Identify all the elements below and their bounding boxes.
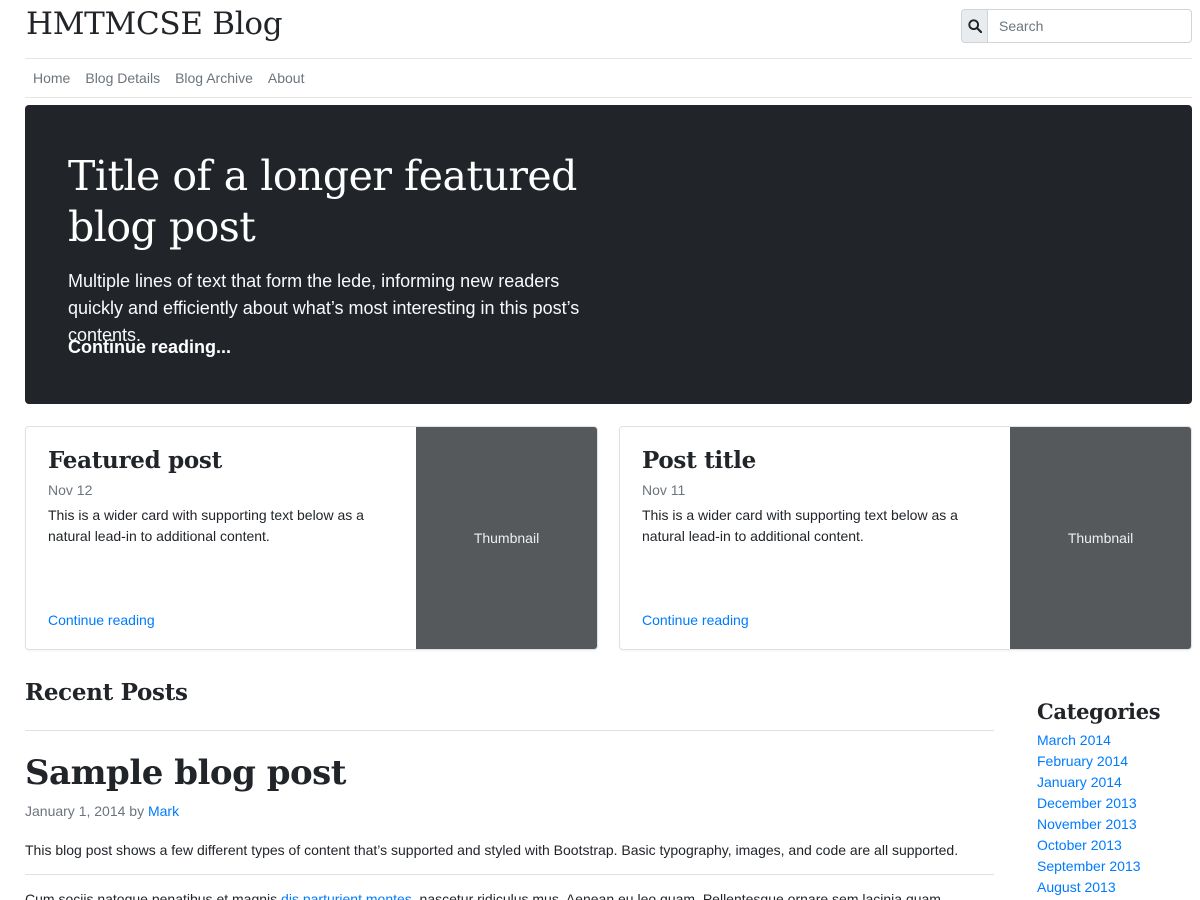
card-continue-link[interactable]: Continue reading: [48, 612, 155, 628]
sidebar: Categories March 2014 February 2014 Janu…: [1037, 699, 1192, 900]
site-header: HMTMCSE Blog: [25, 0, 1192, 59]
hero-continue-link[interactable]: Continue reading...: [68, 337, 231, 358]
archive-link-september-2013[interactable]: September 2013: [1037, 858, 1141, 874]
card-text: This is a wider card with supporting tex…: [48, 507, 364, 544]
nav-item-home[interactable]: Home: [25, 70, 77, 86]
list-item: February 2014: [1037, 753, 1192, 774]
post-intro: This blog post shows a few different typ…: [25, 842, 959, 858]
post-body-text: Cum sociis natoque penatibus et magnis: [25, 891, 278, 900]
post-title-card: Post title Nov 11 This is a wider card w…: [619, 426, 1192, 650]
card-title: Post title: [642, 447, 756, 474]
nav-item-blog-details[interactable]: Blog Details: [77, 70, 167, 86]
card-date: Nov 12: [48, 482, 93, 498]
list-item: March 2014: [1037, 732, 1192, 753]
archive-link-october-2013[interactable]: October 2013: [1037, 837, 1122, 853]
thumbnail-label: Thumbnail: [1067, 530, 1134, 546]
archive-list: March 2014 February 2014 January 2014 De…: [1037, 732, 1192, 900]
card-title: Featured post: [48, 447, 222, 474]
featured-post-card: Featured post Nov 12 This is a wider car…: [25, 426, 598, 650]
divider: [25, 874, 994, 875]
post-title[interactable]: Sample blog post: [25, 753, 347, 793]
card-text: This is a wider card with supporting tex…: [642, 507, 958, 544]
thumbnail-label: Thumbnail: [473, 530, 540, 546]
sidebar-title: Categories: [1037, 699, 1161, 724]
card-thumbnail: Thumbnail: [416, 427, 597, 649]
recent-posts-heading: Recent Posts: [25, 679, 188, 706]
list-item: August 2013: [1037, 879, 1192, 900]
archive-link-january-2014[interactable]: January 2014: [1037, 774, 1122, 790]
post-date: January 1, 2014: [25, 803, 126, 819]
archive-link-february-2014[interactable]: February 2014: [1037, 753, 1128, 769]
post-body-text: , nascetur ridiculus mus. Aenean eu leo …: [411, 891, 941, 900]
archive-link-december-2013[interactable]: December 2013: [1037, 795, 1137, 811]
post-author-link[interactable]: Mark: [148, 803, 179, 819]
archive-link-november-2013[interactable]: November 2013: [1037, 816, 1137, 832]
post-body: Cum sociis natoque penatibus et magnis d…: [25, 891, 994, 900]
list-item: October 2013: [1037, 837, 1192, 858]
archive-link-march-2014[interactable]: March 2014: [1037, 732, 1111, 748]
search-button[interactable]: [961, 9, 988, 43]
post-body-link[interactable]: dis parturient montes: [281, 891, 412, 900]
main-nav: Home Blog Details Blog Archive About: [25, 59, 1192, 98]
card-continue-link[interactable]: Continue reading: [642, 612, 749, 628]
nav-item-blog-archive[interactable]: Blog Archive: [167, 70, 260, 86]
list-item: November 2013: [1037, 816, 1192, 837]
hero-title: Title of a longer featured blog post: [68, 152, 577, 251]
search-input[interactable]: [988, 9, 1192, 43]
list-item: December 2013: [1037, 795, 1192, 816]
post-meta: January 1, 2014 by Mark: [25, 803, 179, 819]
nav-item-about[interactable]: About: [260, 70, 312, 86]
post-by: by: [129, 803, 145, 819]
card-date: Nov 11: [642, 482, 686, 498]
archive-link-august-2013[interactable]: August 2013: [1037, 879, 1116, 895]
search-box: [961, 9, 1192, 43]
featured-hero: Title of a longer featured blog post Mul…: [25, 105, 1192, 404]
list-item: January 2014: [1037, 774, 1192, 795]
search-icon: [967, 19, 982, 33]
list-item: September 2013: [1037, 858, 1192, 879]
card-thumbnail: Thumbnail: [1010, 427, 1191, 649]
site-brand[interactable]: HMTMCSE Blog: [26, 6, 283, 42]
divider: [25, 730, 994, 731]
